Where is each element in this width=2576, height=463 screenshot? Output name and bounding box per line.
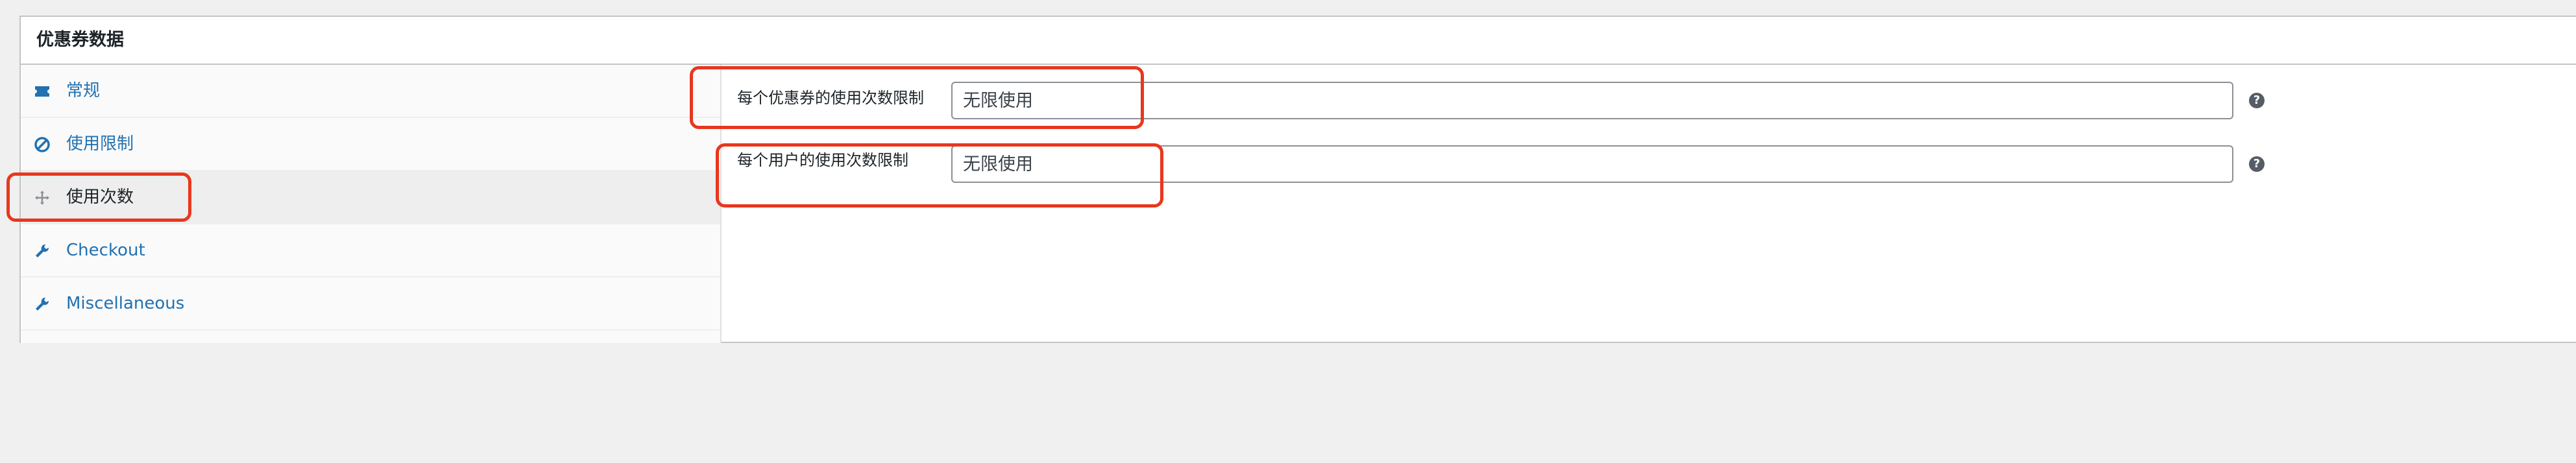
help-icon[interactable]: ? [2249,93,2265,108]
coupon-data-tabs: 常规 使用限制 使用次数 Checkout Miscellaneous [21,65,722,343]
wrench-icon [36,244,49,257]
ticket-icon [35,86,49,97]
usage-limit-per-user-label: 每个用户的使用次数限制 [737,151,908,169]
usage-limit-per-coupon-input[interactable]: 无限使用 [951,82,2233,119]
tab-general[interactable]: 常规 [21,65,720,118]
help-icon[interactable]: ? [2249,156,2265,172]
tab-label: 使用次数 [66,187,134,207]
tab-usage-restriction[interactable]: 使用限制 [21,118,720,171]
usage-limit-per-coupon-value: 无限使用 [963,91,1033,111]
tab-usage-limits[interactable]: 使用次数 [21,171,720,224]
tab-label: Miscellaneous [66,294,185,313]
tab-label: 使用限制 [66,134,134,154]
prohibited-icon [34,137,50,152]
tab-label: 常规 [66,81,101,101]
panel-header: 优惠券数据 [21,17,2576,65]
wrench-icon [36,297,49,311]
tab-label: Checkout [66,241,145,260]
usage-limit-per-user-input[interactable]: 无限使用 [951,145,2233,183]
usage-limit-per-user-value: 无限使用 [963,154,1033,174]
move-icon [35,191,49,205]
tab-miscellaneous[interactable]: Miscellaneous [21,278,720,331]
panel-title: 优惠券数据 [36,30,124,50]
usage-limit-per-coupon-label: 每个优惠券的使用次数限制 [737,89,924,107]
coupon-data-panel: 优惠券数据 常规 使用限制 使用次数 Checkout Miscellaneou… [19,16,2576,343]
tab-checkout[interactable]: Checkout [21,224,720,278]
